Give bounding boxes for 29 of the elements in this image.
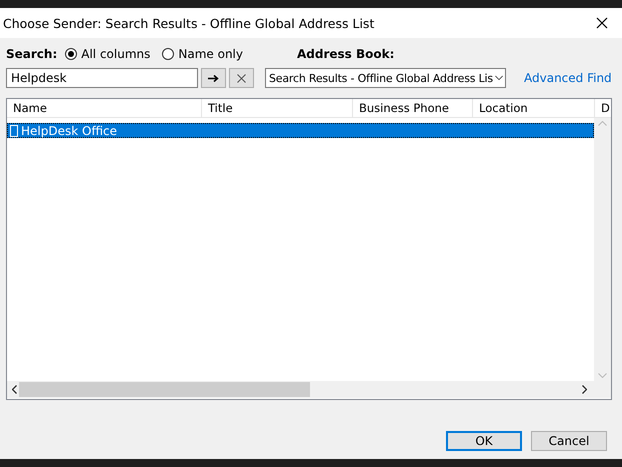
column-header[interactable]: Location xyxy=(473,99,595,117)
chevron-down-icon xyxy=(494,75,503,81)
radio-button[interactable] xyxy=(162,48,174,60)
radio-label[interactable]: Name only xyxy=(178,47,243,61)
scrollbar-thumb[interactable] xyxy=(19,382,310,397)
scroll-right-icon[interactable] xyxy=(582,385,587,394)
column-header[interactable]: Business Phone xyxy=(353,99,473,117)
scroll-left-icon[interactable] xyxy=(12,385,17,394)
cancel-button[interactable]: Cancel xyxy=(531,431,607,451)
address-book-dropdown[interactable]: Search Results - Offline Global Address Lis xyxy=(265,68,506,88)
radio-button[interactable] xyxy=(65,48,78,60)
search-go-button[interactable] xyxy=(201,68,226,88)
search-field[interactable]: Helpdesk xyxy=(6,68,198,88)
search-label: Search: xyxy=(6,47,58,61)
ok-button[interactable]: OK xyxy=(446,431,522,451)
close-icon xyxy=(596,17,608,29)
window-title: Choose Sender: Search Results - Offline Global Address List xyxy=(3,16,374,30)
arrow-icon xyxy=(208,74,219,82)
contact-name: HelpDesk Office xyxy=(21,124,118,138)
advanced-find-link[interactable]: Advanced Find xyxy=(524,71,612,85)
clear-button[interactable] xyxy=(229,68,254,88)
column-header[interactable]: Name xyxy=(7,99,202,117)
address-book-label: Address Book: xyxy=(297,47,394,61)
radio-label[interactable]: All columns xyxy=(81,47,150,61)
close-icon xyxy=(237,74,246,82)
column-header[interactable]: D xyxy=(595,99,611,117)
contact-row[interactable]: HelpDesk Office xyxy=(7,123,594,138)
column-header[interactable]: Title xyxy=(202,99,353,117)
contact-card-icon xyxy=(10,124,18,136)
